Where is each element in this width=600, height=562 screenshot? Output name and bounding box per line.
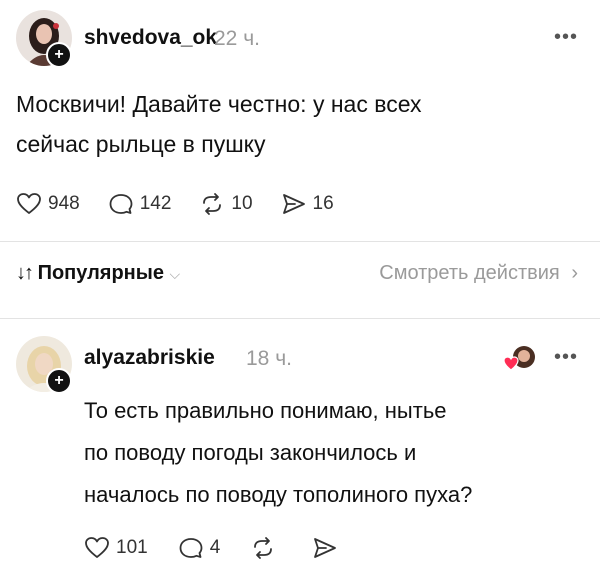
more-icon[interactable]: ••• [554, 346, 578, 369]
comment-count: 142 [139, 193, 172, 214]
reply-like-button[interactable]: 101 [84, 536, 148, 560]
reply-comment-count: 4 [209, 537, 221, 558]
comment-button[interactable]: 142 [108, 192, 172, 216]
reply-comment-button[interactable]: 4 [178, 536, 221, 560]
heart-icon [17, 193, 41, 214]
sort-bar: ↓↑ Популярные ⌵ Смотреть действия › [0, 242, 600, 308]
author-liked-icon [503, 344, 538, 374]
view-actions-text: Смотреть действия [379, 262, 560, 284]
sort-label-text: Популярные [37, 262, 164, 284]
post-text: Москвичи! Давайте честно: у нас всех сей… [16, 84, 421, 164]
repost-count: 10 [231, 193, 253, 214]
more-icon[interactable]: ••• [554, 26, 578, 49]
reply-time: 18 ч. [246, 347, 292, 370]
repost-button[interactable]: 10 [199, 192, 253, 216]
reply-text-line: То есть правильно понимаю, нытье [84, 398, 447, 423]
post-text-line: сейчас рыльце в пушку [16, 131, 266, 157]
comment-icon [109, 194, 133, 214]
author-username[interactable]: shvedova_ok [84, 26, 217, 50]
sort-arrows-icon: ↓↑ [16, 262, 34, 284]
reply-text-line: началось по поводу тополиного пуха? [84, 482, 473, 507]
repost-icon [254, 537, 273, 559]
reply-text-line: по поводу погоды закончилось и [84, 440, 417, 465]
share-icon [314, 538, 337, 558]
post-text-line: Москвичи! Давайте честно: у нас всех [16, 91, 422, 117]
share-icon [282, 194, 305, 214]
follow-plus-icon[interactable]: + [46, 42, 72, 68]
view-actions-link[interactable]: Смотреть действия › [379, 262, 578, 285]
reply-text: То есть правильно понимаю, нытье по пово… [84, 390, 472, 516]
chevron-right-icon: › [571, 262, 578, 284]
heart-icon [85, 537, 109, 558]
reply-actions: 101 4 [84, 536, 372, 560]
share-button[interactable]: 16 [281, 192, 334, 216]
like-count: 948 [48, 193, 80, 214]
share-count: 16 [312, 193, 334, 214]
post-time: 22 ч. [214, 27, 260, 50]
follow-plus-icon[interactable]: + [46, 368, 72, 394]
post-actions: 948 142 10 16 [16, 192, 362, 216]
sort-dropdown[interactable]: ↓↑ Популярные ⌵ [16, 262, 180, 285]
reply-repost-button[interactable] [250, 536, 282, 560]
reply-like-count: 101 [116, 537, 148, 558]
chevron-down-icon: ⌵ [169, 266, 181, 282]
repost-icon [203, 193, 222, 215]
divider [0, 318, 600, 319]
reply-username[interactable]: alyazabriskie [84, 346, 215, 370]
like-button[interactable]: 948 [16, 192, 80, 216]
reply-share-button[interactable] [312, 536, 344, 560]
comment-icon [179, 538, 203, 558]
